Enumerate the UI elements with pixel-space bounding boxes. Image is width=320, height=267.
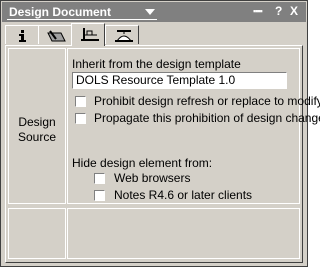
properties-window: Design Document ▪▪▪▪ ? X Design Source I… (0, 0, 320, 267)
field-icon (47, 30, 66, 42)
design-source-section: Inherit from the design template DOLS Re… (67, 48, 320, 204)
tab-panel: Design Source Inherit from the design te… (5, 45, 320, 263)
section-label-line2: Source (17, 130, 57, 144)
close-icon[interactable]: X (290, 4, 298, 18)
template-name-field[interactable]: DOLS Resource Template 1.0 (72, 72, 287, 89)
propeller-hat-icon (115, 30, 133, 42)
hide-notes-label: Notes R4.6 or later clients (114, 188, 253, 202)
propagate-prohibition-label: Propagate this prohibition of design cha… (94, 111, 320, 125)
hide-web-checkbox[interactable] (94, 173, 105, 184)
title-bar: Design Document ▪▪▪▪ ? X (2, 2, 306, 22)
empty-section (67, 208, 300, 259)
tab-design[interactable] (71, 23, 105, 46)
help-icon[interactable]: ? (275, 4, 282, 18)
prohibit-refresh-checkbox[interactable] (75, 96, 86, 107)
propagate-prohibition-checkbox[interactable] (75, 113, 86, 124)
tab-info[interactable] (5, 25, 39, 44)
section-label-line1: Design (18, 115, 56, 129)
tab-hide[interactable] (105, 25, 139, 44)
empty-label-cell (8, 208, 66, 259)
hide-web-label: Web browsers (114, 171, 191, 185)
object-selector-dropdown[interactable]: Design Document (7, 5, 157, 20)
info-icon (19, 30, 26, 42)
section-label: Design Source (9, 115, 65, 145)
inherit-label: Inherit from the design template (72, 57, 241, 71)
prohibit-refresh-label: Prohibit design refresh or replace to mo… (94, 94, 320, 108)
hide-notes-checkbox[interactable] (94, 190, 105, 201)
section-label-cell: Design Source (8, 48, 66, 204)
design-tool-icon (81, 28, 99, 41)
dots-icon[interactable]: ▪▪▪▪ (253, 6, 263, 16)
chevron-down-icon[interactable] (145, 9, 155, 15)
hide-design-label: Hide design element from: (72, 156, 213, 170)
tab-fields[interactable] (38, 25, 72, 44)
window-title: Design Document (9, 5, 112, 19)
